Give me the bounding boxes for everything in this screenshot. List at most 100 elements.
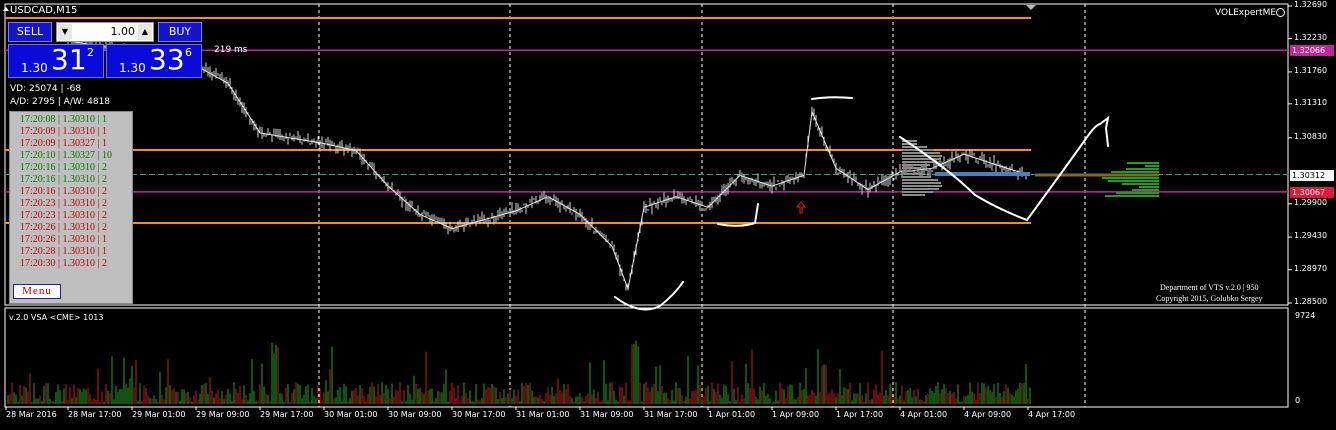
x-tick-label: 4 Apr 01:00 (900, 410, 948, 419)
x-tick-label: 31 Mar 01:00 (516, 410, 570, 419)
copyright-line-1: Department of VTS v.2.0 | 950 (1160, 283, 1259, 292)
level-tag-lower: 1.30067 (1290, 186, 1334, 198)
ask-big: 33 (149, 43, 185, 76)
x-tick-label: 1 Apr 17:00 (836, 410, 884, 419)
indicator-max-label: 9724 (1295, 311, 1316, 320)
expert-name: VOLExpertME (1215, 8, 1277, 18)
volume-profile-bar (902, 182, 941, 184)
tick-row: 17:20:23 | 1.30310 | 2 (20, 210, 108, 221)
tick-list-panel: 17:20:08 | 1.30310 | 1 17:20:09 | 1.30310… (9, 111, 133, 304)
x-tick-label: 1 Apr 09:00 (772, 410, 820, 419)
collapse-icon[interactable] (3, 7, 9, 11)
x-tick-label: 29 Mar 01:00 (132, 410, 186, 419)
menu-button[interactable]: Menu (13, 284, 61, 299)
bid-prefix: 1.30 (21, 61, 48, 75)
volume-profile-green-bar (1111, 171, 1159, 173)
tick-row: 17:20:23 | 1.30310 | 2 (20, 198, 108, 209)
ask-prefix: 1.30 (119, 61, 146, 75)
x-tick-label: 31 Mar 17:00 (644, 410, 698, 419)
volume-profile-green-bar (1126, 168, 1159, 170)
x-tick-label: 4 Apr 09:00 (964, 410, 1012, 419)
x-tick-label: 1 Apr 01:00 (708, 410, 756, 419)
sell-button[interactable]: SELL (8, 22, 52, 42)
volume-profile-green-bar (1132, 189, 1159, 191)
y-tick-label: 1.29430 (1294, 231, 1328, 241)
volume-profile-green-bar (1127, 162, 1159, 164)
candles (67, 32, 1027, 291)
tick-row: 17:20:28 | 1.30310 | 1 (20, 246, 108, 257)
volume-profile-bar (902, 191, 933, 193)
volume-profile-green-bar (1105, 195, 1159, 197)
y-tick-label: 1.32230 (1294, 32, 1328, 42)
indicator-zero-label: 0 (1295, 396, 1301, 405)
one-click-trading-panel: SELL ▼ 1.00 ▲ BUY 1.30 31 2 1.30 33 6 (8, 22, 202, 78)
y-tick-label: 1.28970 (1294, 263, 1328, 273)
indicator-label: v.2.0 VSA <CME> 1013 (9, 313, 104, 322)
current-price-tag: 1.30312 (1290, 169, 1334, 181)
ad-text: A/D: 2795 | A/W: 4818 (10, 97, 111, 107)
volume-profile-bar (902, 161, 937, 163)
volume-profile-bar (902, 173, 923, 175)
volume-profile-green-bar (1108, 180, 1159, 182)
y-tick-label: 1.32690 (1294, 0, 1328, 9)
volume-profile-green-bar (1122, 183, 1159, 185)
ask-sup: 6 (185, 46, 192, 59)
volume-profile-green-bar (1139, 186, 1159, 188)
volume-profile-bar (902, 188, 939, 190)
bid-sup: 2 (87, 46, 94, 59)
chart-title: USDCAD,M15 (10, 5, 78, 16)
tick-row: 17:20:08 | 1.30310 | 1 (20, 114, 108, 125)
lot-size-field[interactable]: ▼ 1.00 ▲ (56, 22, 154, 42)
tick-row: 17:20:16 | 1.30310 | 2 (20, 186, 108, 197)
volume-profile-green-bar (1102, 177, 1159, 179)
x-tick-label: 30 Mar 17:00 (452, 410, 506, 419)
bid-big: 31 (51, 43, 87, 76)
ask-price-box[interactable]: 1.30 33 6 (106, 43, 202, 78)
y-tick-label: 1.30830 (1294, 131, 1328, 141)
tick-row: 17:20:16 | 1.30310 | 2 (20, 174, 108, 185)
lot-decrease-icon[interactable]: ▼ (58, 24, 72, 40)
volume-profile-bar (902, 194, 925, 196)
x-tick-label: 30 Mar 09:00 (388, 410, 442, 419)
volume-profile-bar (902, 158, 941, 160)
bid-price-box[interactable]: 1.30 31 2 (8, 43, 104, 78)
buy-button[interactable]: BUY (158, 22, 202, 42)
x-tick-label: 28 Mar 2016 (6, 410, 57, 419)
y-tick-label: 1.29900 (1294, 197, 1328, 207)
volume-profile-bar (902, 155, 942, 157)
annotation-top-mark (811, 96, 853, 100)
vd-text: VD: 25074 | -68 (10, 84, 82, 94)
ping-text: 219 ms (214, 45, 248, 55)
smiley-icon (1276, 8, 1285, 17)
x-tick-label: 30 Mar 01:00 (324, 410, 378, 419)
tick-row: 17:20:26 | 1.30310 | 1 (20, 234, 108, 245)
buy-arrow-icon (795, 201, 807, 214)
x-tick-label: 31 Mar 09:00 (580, 410, 634, 419)
tick-row: 17:20:30 | 1.30310 | 2 (20, 258, 108, 269)
volume-profile-bar (902, 170, 913, 172)
y-tick-label: 1.31760 (1294, 65, 1328, 75)
y-tick-label: 1.28500 (1294, 297, 1328, 306)
volume-profile-bar (902, 185, 942, 187)
x-tick-label: 29 Mar 09:00 (196, 410, 250, 419)
tick-row: 17:20:26 | 1.30310 | 2 (20, 222, 108, 233)
y-tick-label: 1.31310 (1294, 97, 1328, 107)
volume-profile-bar (902, 176, 931, 178)
volume-profile-green-bar (1116, 192, 1159, 194)
volume-bars (7, 340, 1031, 404)
copyright-line-2: Copyright 2015, Golubko Sergey (1156, 294, 1263, 303)
lot-size-value: 1.00 (110, 25, 136, 38)
tick-row: 17:20:09 | 1.30310 | 1 (20, 126, 108, 137)
x-tick-label: 28 Mar 17:00 (68, 410, 122, 419)
tick-row: 17:20:10 | 1.30327 | 10 (20, 150, 113, 161)
tick-row: 17:20:09 | 1.30327 | 1 (20, 138, 108, 149)
volume-profile-green-bar (1145, 165, 1159, 167)
scroll-marker-icon (1026, 5, 1036, 10)
lot-increase-icon[interactable]: ▲ (138, 24, 152, 40)
volume-profile-bar (902, 164, 930, 166)
level-tag-upper: 1.32066 (1290, 45, 1334, 57)
tick-row: 17:20:16 | 1.30310 | 2 (20, 162, 108, 173)
x-tick-label: 4 Apr 17:00 (1028, 410, 1076, 419)
volume-profile-bar (902, 179, 938, 181)
volume-profile-bar (902, 167, 921, 169)
